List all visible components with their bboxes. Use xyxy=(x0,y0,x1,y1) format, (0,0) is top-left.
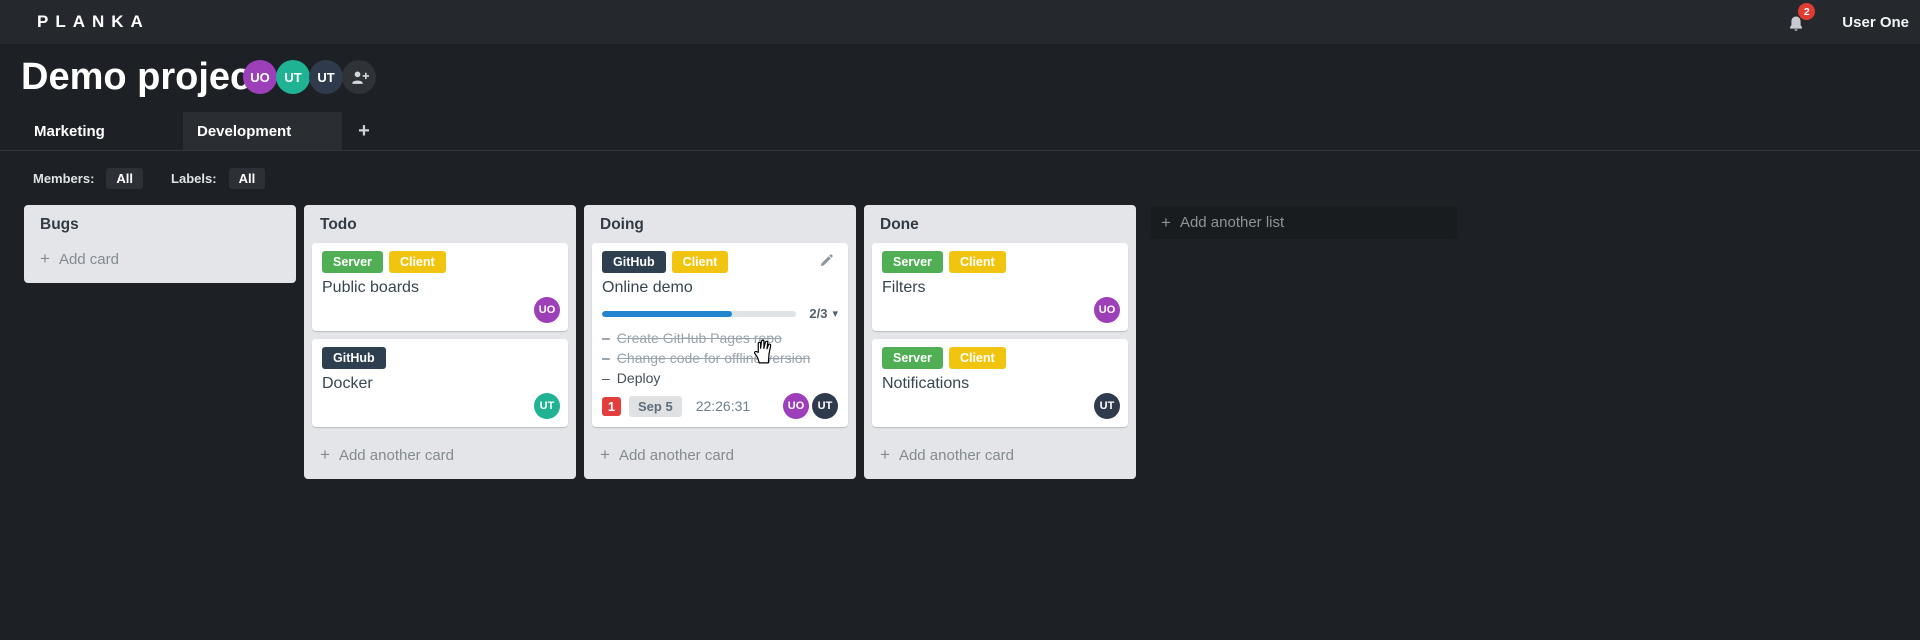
add-card-button[interactable]: + Add another card xyxy=(584,435,856,477)
add-member-icon xyxy=(351,70,369,84)
tasks-progress: 2/3 ▾ xyxy=(602,306,838,321)
card-labels: Server Client xyxy=(882,251,1118,273)
timer-badge[interactable]: 22:26:31 xyxy=(696,398,751,414)
task-item: – Change code for offline version xyxy=(602,348,838,368)
list-done: Done Server Client Filters UO Server Client Not… xyxy=(864,205,1136,479)
label-client: Client xyxy=(948,347,1006,369)
add-card-label: Add card xyxy=(58,250,119,268)
card-title: Online demo xyxy=(602,279,693,296)
task-text: Deploy xyxy=(616,370,661,386)
card-labels: GitHub xyxy=(322,347,558,369)
top-bar: PLANKA 2 User One xyxy=(0,0,1920,44)
label-server: Server xyxy=(882,347,943,369)
notifications-count-badge: 2 xyxy=(1798,3,1816,20)
list-name[interactable]: Bugs xyxy=(24,205,296,239)
label-server: Server xyxy=(322,251,383,273)
plus-icon: + xyxy=(600,445,610,464)
task-list: – Create GitHub Pages repo – Change code fo… xyxy=(602,328,838,388)
member-avatar-ut[interactable]: UT xyxy=(276,60,310,94)
card-title: Public boards xyxy=(322,279,419,296)
task-dash: – xyxy=(602,370,610,386)
notifications-button[interactable]: 2 xyxy=(1786,3,1816,37)
member-avatar-ut[interactable]: UT xyxy=(309,60,343,94)
list-name[interactable]: Done xyxy=(864,205,1136,239)
user-menu[interactable]: User One xyxy=(1842,14,1909,31)
labels-filter-value[interactable]: All xyxy=(228,168,266,189)
list-doing: Doing GitHub Client Online demo 2/3 ▾ – Create … xyxy=(584,205,856,479)
card-title: Docker xyxy=(322,375,373,392)
task-text: Change code for offline version xyxy=(616,350,811,366)
board-tabs: Marketing Development + xyxy=(24,112,386,150)
plus-icon: + xyxy=(880,445,890,464)
plus-icon: + xyxy=(40,249,50,268)
project-title[interactable]: Demo project xyxy=(21,56,264,99)
planka-app: PLANKA 2 User One Demo project UO UT UT Ma… xyxy=(0,0,1920,640)
task-item: – Create GitHub Pages repo xyxy=(602,328,838,348)
add-board-button[interactable]: + xyxy=(342,112,386,150)
list-name[interactable]: Todo xyxy=(304,205,576,239)
task-dash: – xyxy=(602,350,610,366)
card-member-avatar-uo[interactable]: UO xyxy=(783,393,809,419)
label-client: Client xyxy=(671,251,729,273)
card-member-avatar-uo[interactable]: UO xyxy=(534,297,560,323)
tabs-divider xyxy=(0,150,1920,151)
add-another-list-label: Add another list xyxy=(1179,214,1285,231)
progress-label: 2/3 xyxy=(809,306,828,321)
card-public-boards[interactable]: Server Client Public boards UO xyxy=(312,243,568,331)
add-member-button[interactable] xyxy=(342,60,376,94)
add-card-label: Add another card xyxy=(618,446,735,464)
list-todo: Todo Server Client Public boards UO GitHub Doc… xyxy=(304,205,576,479)
card-title: Filters xyxy=(882,279,926,296)
list-name[interactable]: Doing xyxy=(584,205,856,239)
card-online-demo[interactable]: GitHub Client Online demo 2/3 ▾ – Create GitHu… xyxy=(592,243,848,427)
card-labels: Server Client xyxy=(882,347,1118,369)
planka-logo[interactable]: PLANKA xyxy=(37,0,150,44)
add-another-list-button[interactable]: + Add another list xyxy=(1151,206,1457,239)
progress-toggle-icon[interactable]: ▾ xyxy=(832,307,838,320)
label-github: GitHub xyxy=(322,347,386,369)
card-member-avatar-uo[interactable]: UO xyxy=(1094,297,1120,323)
card-notification-badge: 1 xyxy=(602,396,621,416)
topbar-right: 2 User One xyxy=(1786,0,1909,44)
due-date-badge[interactable]: Sep 5 xyxy=(629,395,682,417)
progress-bar-track xyxy=(602,310,797,317)
label-client: Client xyxy=(948,251,1006,273)
filters-bar: Members: All Labels: All xyxy=(33,168,266,189)
pencil-icon xyxy=(820,254,833,267)
members-filter-value[interactable]: All xyxy=(106,168,144,189)
edit-card-button[interactable] xyxy=(819,253,834,273)
add-card-label: Add another card xyxy=(898,446,1015,464)
card-member-avatar-ut[interactable]: UT xyxy=(534,393,560,419)
label-github: GitHub xyxy=(602,251,666,273)
label-server: Server xyxy=(882,251,943,273)
plus-icon: + xyxy=(1161,212,1171,232)
task-item: – Deploy xyxy=(602,368,838,388)
add-card-button[interactable]: + Add another card xyxy=(864,435,1136,477)
card-title: Notifications xyxy=(882,375,970,392)
task-text: Create GitHub Pages repo xyxy=(616,330,782,346)
card-member-avatar-ut[interactable]: UT xyxy=(812,393,838,419)
card-docker[interactable]: GitHub Docker UT xyxy=(312,339,568,427)
members-filter-label: Members: xyxy=(33,171,95,186)
card-labels: Server Client xyxy=(322,251,558,273)
labels-filter-label: Labels: xyxy=(171,171,217,186)
project-members: UO UT UT xyxy=(243,60,376,94)
card-notifications[interactable]: Server Client Notifications UT xyxy=(872,339,1128,427)
label-client: Client xyxy=(388,251,446,273)
progress-bar-fill xyxy=(602,310,732,317)
tab-marketing[interactable]: Marketing xyxy=(24,112,183,150)
tab-development[interactable]: Development xyxy=(183,112,342,150)
task-dash: – xyxy=(602,330,610,346)
card-filters[interactable]: Server Client Filters UO xyxy=(872,243,1128,331)
add-card-button[interactable]: + Add card xyxy=(24,239,296,281)
add-card-label: Add another card xyxy=(338,446,455,464)
card-footer: 1 Sep 5 22:26:31 UO UT xyxy=(602,393,838,419)
member-avatar-uo[interactable]: UO xyxy=(243,60,277,94)
card-labels: GitHub Client xyxy=(602,251,838,273)
list-bugs: Bugs + Add card xyxy=(24,205,296,283)
card-member-avatar-ut[interactable]: UT xyxy=(1094,393,1120,419)
add-card-button[interactable]: + Add another card xyxy=(304,435,576,477)
plus-icon: + xyxy=(320,445,330,464)
